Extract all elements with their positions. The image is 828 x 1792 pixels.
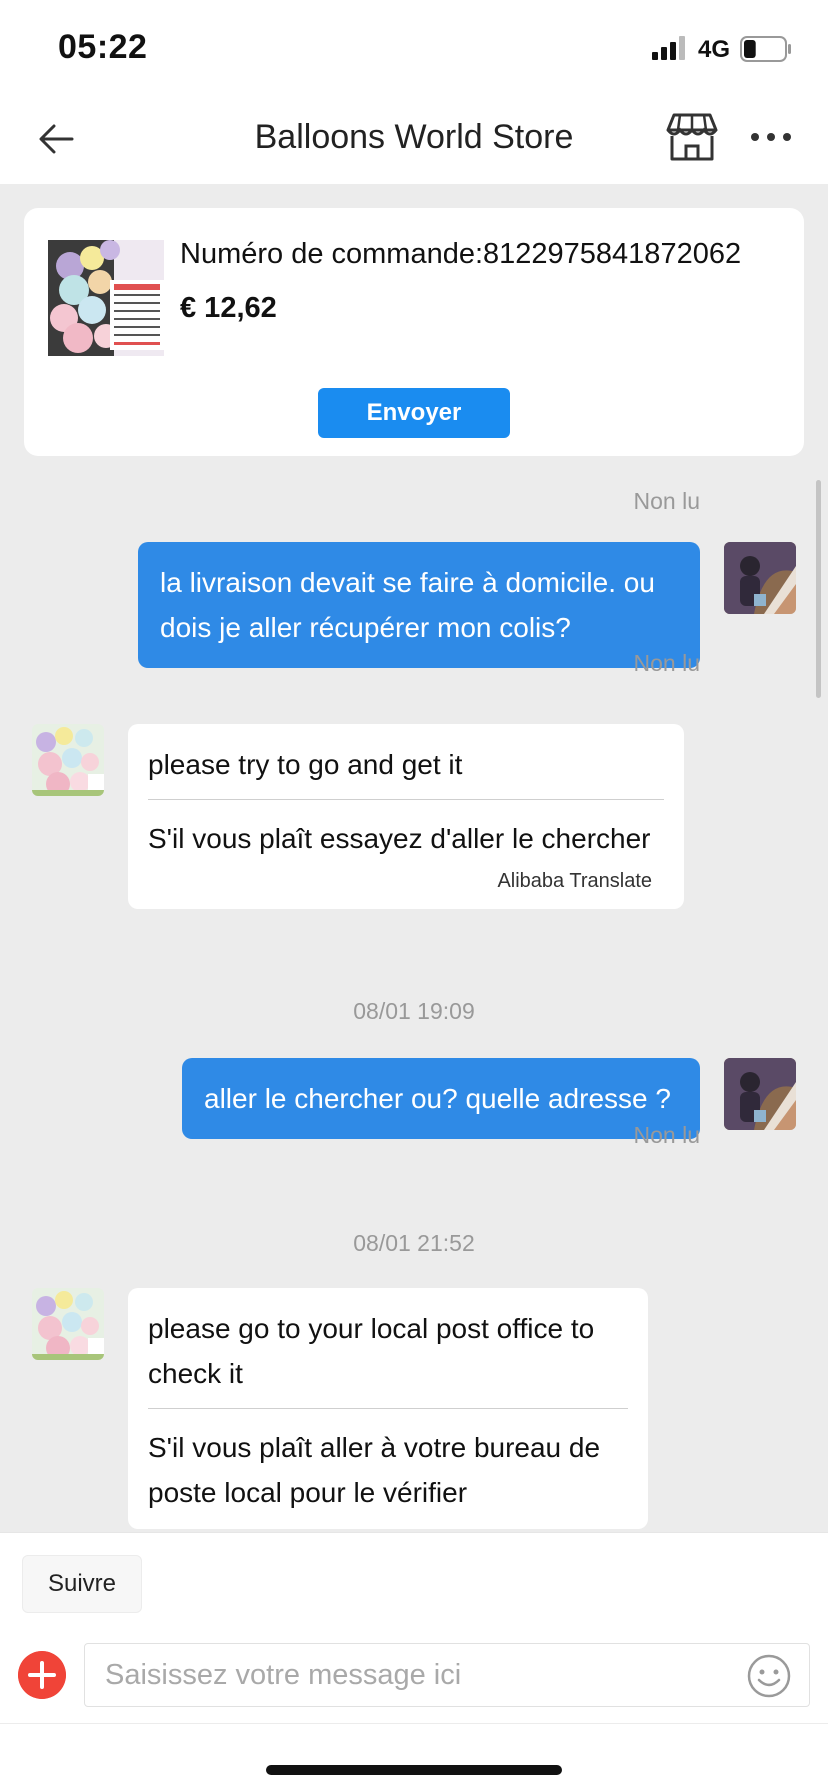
divider xyxy=(0,1723,828,1724)
message-input[interactable] xyxy=(84,1643,810,1707)
incoming-message[interactable]: please try to go and get it S'il vous pl… xyxy=(128,724,684,909)
order-number: Numéro de commande:8122975841872062 xyxy=(180,238,742,270)
product-thumbnail[interactable] xyxy=(48,240,164,356)
outgoing-message[interactable]: la livraison devait se faire à domicile.… xyxy=(138,542,700,668)
user-avatar[interactable] xyxy=(724,1058,796,1130)
more-horizontal-icon[interactable] xyxy=(748,124,794,150)
composer-area: Suivre xyxy=(0,1532,828,1792)
translation-divider xyxy=(148,799,664,800)
outgoing-message[interactable]: aller le chercher ou? quelle adresse ? xyxy=(182,1058,700,1139)
smiley-icon[interactable] xyxy=(746,1653,792,1699)
follow-button[interactable]: Suivre xyxy=(22,1555,142,1613)
chat-messages[interactable]: Non lu la livraison devait se faire à do… xyxy=(0,478,828,1532)
read-status: Non lu xyxy=(633,488,700,514)
message-original-text: please try to go and get it xyxy=(148,749,463,780)
status-time: 05:22 xyxy=(58,28,148,66)
read-status: Non lu xyxy=(633,650,700,676)
user-avatar[interactable] xyxy=(724,542,796,614)
status-bar: 05:22 4G xyxy=(0,0,828,96)
home-indicator[interactable] xyxy=(266,1765,562,1775)
chat-scrollbar[interactable] xyxy=(816,480,821,698)
send-order-button[interactable]: Envoyer xyxy=(318,388,510,438)
order-area: Numéro de commande:8122975841872062 € 12… xyxy=(0,184,828,478)
order-card[interactable]: Numéro de commande:8122975841872062 € 12… xyxy=(24,208,804,456)
signal-strength-icon xyxy=(652,36,685,60)
message-text: la livraison devait se faire à domicile.… xyxy=(160,567,655,643)
message-timestamp: 08/01 19:09 xyxy=(353,998,475,1024)
storefront-icon[interactable] xyxy=(666,112,718,162)
network-type: 4G xyxy=(698,36,731,63)
message-timestamp: 08/01 21:52 xyxy=(353,1230,475,1256)
chat-header: Balloons World Store xyxy=(0,96,828,184)
message-original-text: please go to your local post office to c… xyxy=(148,1313,595,1389)
translation-divider xyxy=(148,1408,628,1409)
message-translated-text: S'il vous plaît essayez d'aller le cherc… xyxy=(148,823,651,854)
translation-credit: Alibaba Translate xyxy=(497,870,652,892)
store-avatar[interactable] xyxy=(32,724,104,796)
order-price: € 12,62 xyxy=(180,292,277,324)
battery-icon xyxy=(740,36,791,62)
message-translated-text: S'il vous plaît aller à votre bureau de … xyxy=(148,1432,601,1508)
message-text: aller le chercher ou? quelle adresse ? xyxy=(204,1083,671,1114)
plus-circle-icon[interactable] xyxy=(18,1651,66,1699)
read-status: Non lu xyxy=(633,1122,700,1148)
store-avatar[interactable] xyxy=(32,1288,104,1360)
incoming-message[interactable]: please go to your local post office to c… xyxy=(128,1288,648,1529)
